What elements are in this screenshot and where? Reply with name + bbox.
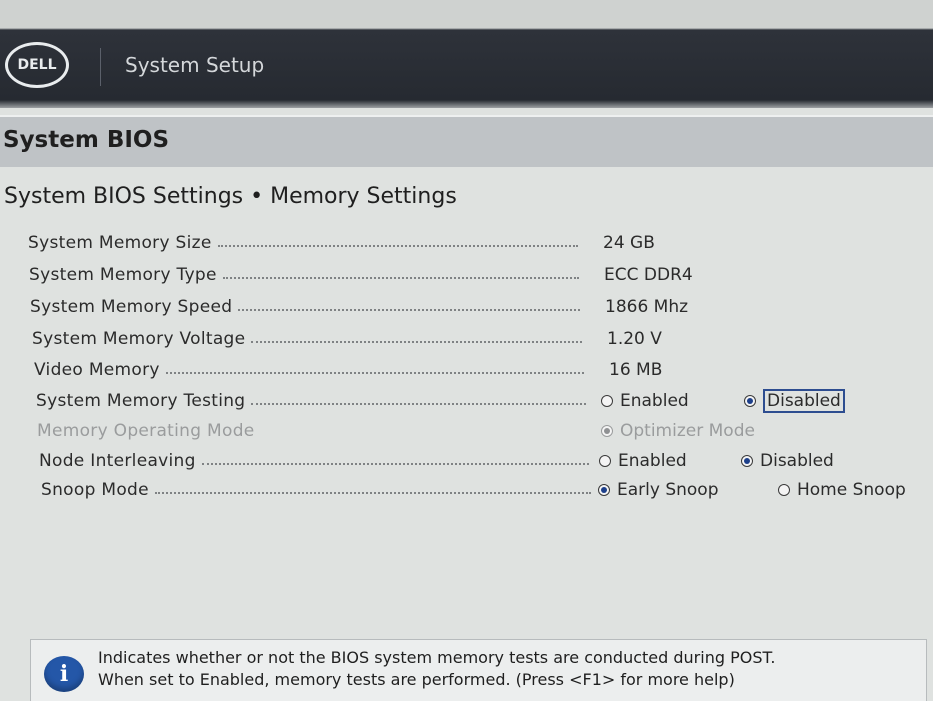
setting-value: 1.20 V [607, 329, 662, 349]
label-wrap: Video Memory [34, 360, 584, 380]
setting-row-snoop-mode: Snoop Mode Early Snoop Home Snoop [41, 475, 933, 505]
setting-row-memory-size: System Memory Size 24 GB [28, 228, 928, 258]
setting-row-memory-operating-mode: Memory Operating Mode Optimizer Mode [37, 416, 933, 446]
setting-value: ECC DDR4 [604, 265, 693, 285]
setting-row-video-memory: Video Memory 16 MB [34, 355, 933, 385]
option-label: Early Snoop [617, 480, 719, 500]
home-snoop-radio[interactable]: Home Snoop [778, 480, 906, 500]
option-label: Enabled [620, 391, 689, 411]
radio-selected-icon [601, 425, 613, 437]
page-title: System BIOS Settings • Memory Settings [4, 184, 457, 209]
setting-row-memory-type: System Memory Type ECC DDR4 [29, 260, 929, 290]
leader-dots [165, 372, 584, 374]
help-line-1: Indicates whether or not the BIOS system… [98, 648, 776, 667]
label-wrap: Node Interleaving [39, 451, 589, 471]
leader-dots [217, 245, 578, 247]
option-label: Enabled [618, 451, 687, 471]
leader-dots [201, 463, 589, 465]
radio-icon [599, 455, 611, 467]
leader-dots [238, 309, 580, 311]
setting-value: 16 MB [609, 360, 663, 380]
label-wrap: System Memory Size [28, 233, 578, 253]
logo-text: DELL [17, 57, 57, 73]
memory-testing-enabled-radio[interactable]: Enabled [601, 391, 689, 411]
setting-value: 24 GB [603, 233, 655, 253]
option-label: Disabled [760, 451, 834, 471]
setting-label: System Memory Size [28, 233, 212, 253]
node-interleaving-disabled-radio[interactable]: Disabled [741, 451, 834, 471]
dell-logo: DELL [5, 42, 69, 88]
radio-icon [601, 395, 613, 407]
option-label: Optimizer Mode [620, 421, 755, 441]
label-wrap: System Memory Speed [30, 297, 580, 317]
setting-label: System Memory Testing [36, 391, 246, 411]
label-wrap: Memory Operating Mode [37, 421, 587, 441]
header-divider [100, 48, 101, 86]
setting-label: Video Memory [34, 360, 160, 380]
radio-selected-icon [744, 395, 756, 407]
setting-label: Snoop Mode [41, 480, 149, 500]
help-text: Indicates whether or not the BIOS system… [98, 647, 898, 691]
early-snoop-radio[interactable]: Early Snoop [598, 480, 719, 500]
leader-dots [251, 403, 586, 405]
leader-dots [222, 277, 579, 279]
setting-label: Node Interleaving [39, 451, 196, 471]
setting-label: System Memory Voltage [32, 329, 246, 349]
label-wrap: System Memory Type [29, 265, 579, 285]
radio-selected-icon [598, 484, 610, 496]
option-label: Home Snoop [797, 480, 906, 500]
optimizer-mode-radio: Optimizer Mode [601, 421, 755, 441]
section-title: System BIOS [3, 127, 170, 153]
setting-label: System Memory Type [29, 265, 217, 285]
setting-value: 1866 Mhz [605, 297, 689, 317]
info-icon: i [44, 656, 84, 692]
memory-testing-disabled-radio[interactable]: Disabled [744, 389, 845, 413]
setting-row-memory-voltage: System Memory Voltage 1.20 V [32, 324, 932, 354]
app-title: System Setup [125, 53, 265, 77]
setting-label: System Memory Speed [30, 297, 233, 317]
leader-dots [251, 341, 582, 343]
radio-selected-icon [741, 455, 753, 467]
setting-label: Memory Operating Mode [37, 421, 255, 441]
setting-row-memory-speed: System Memory Speed 1866 Mhz [30, 292, 930, 322]
leader-dots [154, 492, 591, 494]
node-interleaving-enabled-radio[interactable]: Enabled [599, 451, 687, 471]
label-wrap: System Memory Testing [36, 391, 586, 411]
radio-icon [778, 484, 790, 496]
setting-row-node-interleaving: Node Interleaving Enabled Disabled [39, 446, 933, 476]
option-label: Disabled [763, 389, 845, 413]
label-wrap: Snoop Mode [41, 480, 591, 500]
label-wrap: System Memory Voltage [32, 329, 582, 349]
setting-row-memory-testing: System Memory Testing Enabled Disabled [36, 386, 933, 416]
help-line-2: When set to Enabled, memory tests are pe… [98, 670, 735, 689]
